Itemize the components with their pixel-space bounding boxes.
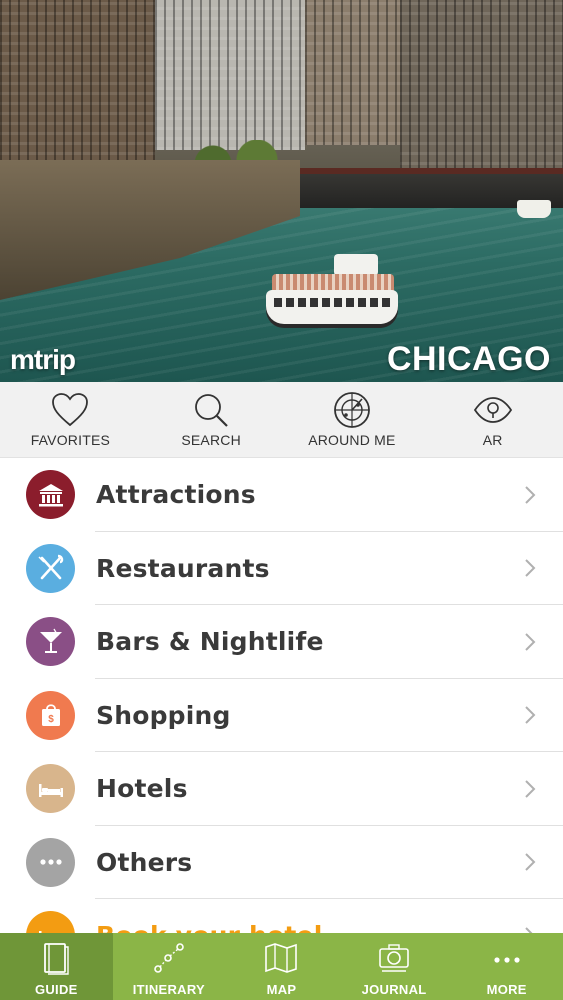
brand-logo: mtrip — [10, 344, 76, 375]
around-me-label: AROUND ME — [308, 432, 396, 448]
tour-boat — [266, 250, 398, 324]
more-icon — [494, 957, 520, 963]
restaurants-label: Restaurants — [96, 553, 270, 583]
category-bars-nightlife[interactable]: Bars & Nightlife — [0, 605, 563, 679]
category-shopping[interactable]: $ Shopping — [0, 679, 563, 753]
chevron-right-icon — [525, 780, 536, 798]
attractions-label: Attractions — [96, 480, 256, 510]
chevron-right-icon — [525, 853, 536, 871]
utensils-icon — [37, 555, 63, 580]
heart-icon — [52, 393, 89, 427]
quick-actions-bar: FAVORITES SEARCH AROUND ME AR — [0, 382, 563, 458]
search-icon — [195, 394, 228, 427]
svg-text:$: $ — [48, 714, 54, 725]
building — [305, 0, 400, 145]
tab-map-label: MAP — [266, 982, 297, 997]
category-attractions[interactable]: Attractions — [0, 458, 563, 532]
category-others[interactable]: Others — [0, 826, 563, 900]
building — [155, 0, 305, 150]
hotels-label: Hotels — [96, 774, 188, 804]
tab-journal[interactable]: JOURNAL — [338, 933, 451, 1000]
museum-icon — [38, 483, 63, 507]
city-title: CHICAGO — [386, 340, 551, 378]
building — [0, 0, 155, 165]
category-book-hotel[interactable]: Book your hotel — [0, 899, 563, 933]
chevron-right-icon — [525, 486, 536, 504]
bed-icon — [38, 783, 63, 797]
hotels-badge — [26, 764, 75, 814]
chevron-right-icon — [525, 633, 536, 651]
attractions-badge — [26, 470, 75, 520]
around-me-button[interactable]: AROUND ME — [282, 382, 423, 457]
bottom-tab-bar: GUIDE ITINERARY MAP JOURNAL MORE — [0, 933, 563, 1000]
others-label: Others — [96, 847, 193, 877]
route-icon — [154, 943, 184, 973]
shopping-label: Shopping — [96, 700, 231, 730]
chevron-right-icon — [525, 927, 533, 933]
others-badge — [26, 837, 75, 887]
category-hotels[interactable]: Hotels — [0, 752, 563, 826]
book-hotel-label: Book your hotel — [96, 921, 323, 933]
search-label: SEARCH — [181, 432, 241, 448]
book-icon — [44, 943, 69, 975]
tab-more-label: MORE — [486, 982, 527, 997]
shopping-bag-icon: $ — [41, 704, 60, 727]
cocktail-icon — [39, 628, 62, 653]
camera-icon — [379, 944, 409, 972]
bars-badge — [26, 617, 75, 667]
ellipsis-icon — [39, 859, 62, 865]
chevron-right-icon — [525, 706, 536, 724]
favorites-button[interactable]: FAVORITES — [0, 382, 141, 457]
tab-journal-label: JOURNAL — [361, 982, 427, 997]
building — [400, 0, 563, 175]
tab-more[interactable]: MORE — [450, 933, 563, 1000]
ar-label: AR — [482, 432, 503, 448]
hero-banner: mtrip CHICAGO — [0, 0, 563, 382]
tab-itinerary[interactable]: ITINERARY — [113, 933, 226, 1000]
favorites-label: FAVORITES — [30, 432, 111, 448]
hotel-booking-icon — [38, 930, 41, 933]
category-list: Attractions Restaurants Bars & Nightlife — [0, 458, 563, 933]
radar-icon — [333, 392, 370, 428]
shopping-badge: $ — [26, 690, 75, 740]
map-icon — [265, 943, 298, 973]
tab-map[interactable]: MAP — [225, 933, 338, 1000]
eye-icon — [473, 397, 512, 423]
bars-label: Bars & Nightlife — [96, 627, 324, 657]
tab-guide-label: GUIDE — [34, 982, 78, 997]
chevron-right-icon — [525, 559, 536, 577]
tab-itinerary-label: ITINERARY — [132, 982, 206, 997]
ar-button[interactable]: AR — [422, 382, 563, 457]
tab-guide[interactable]: GUIDE — [0, 933, 113, 1000]
book-hotel-badge — [26, 911, 75, 933]
distant-boat — [517, 200, 551, 218]
search-button[interactable]: SEARCH — [141, 382, 282, 457]
restaurants-badge — [26, 543, 75, 593]
category-restaurants[interactable]: Restaurants — [0, 532, 563, 606]
